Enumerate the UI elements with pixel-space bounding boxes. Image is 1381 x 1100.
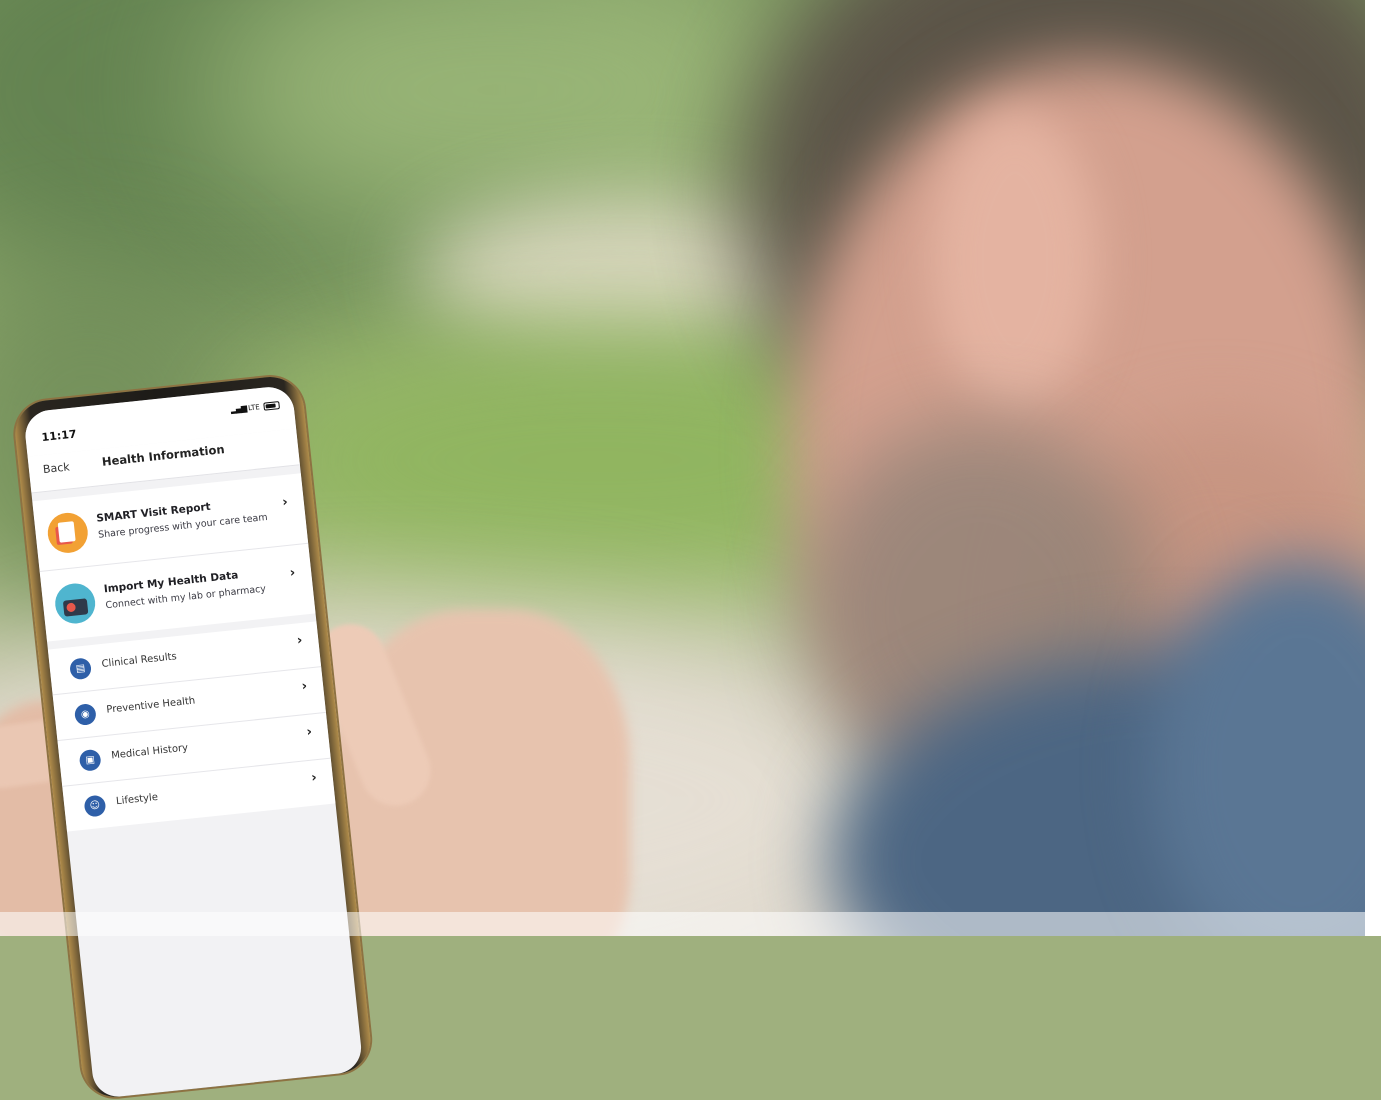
chevron-right-icon: ›: [305, 724, 313, 740]
person-icon: ☺: [83, 794, 107, 818]
person-ear: [930, 110, 1100, 410]
chevron-right-icon: ›: [296, 632, 304, 649]
item-label: Clinical Results: [101, 651, 178, 671]
status-time: 11:17: [40, 427, 78, 445]
phone-frame: 11:17 ▂▄▆ LTE Back Health Information SM…: [12, 373, 374, 1100]
network-label: LTE: [247, 402, 261, 412]
report-icon: [45, 510, 90, 555]
chevron-right-icon: ›: [281, 494, 289, 511]
import-data-icon: [53, 581, 98, 626]
chevron-right-icon: ›: [310, 770, 318, 786]
right-edge: [1365, 0, 1381, 936]
featured-section: SMART Visit Report Share progress with y…: [32, 473, 316, 642]
status-indicators: ▂▄▆ LTE: [230, 400, 280, 414]
eye-icon: ◉: [73, 702, 97, 727]
phone-screen: 11:17 ▂▄▆ LTE Back Health Information SM…: [22, 384, 364, 1100]
chevron-right-icon: ›: [301, 678, 308, 695]
signal-icon: ▂▄▆: [230, 403, 247, 415]
battery-icon: [263, 400, 280, 411]
clipboard-icon: ▤: [69, 657, 93, 681]
history-icon: ▣: [78, 748, 102, 772]
bottom-strip: [0, 912, 1381, 936]
item-label: Preventive Health: [105, 695, 196, 716]
item-label: Lifestyle: [115, 791, 159, 808]
item-label: Medical History: [110, 742, 189, 762]
chevron-right-icon: ›: [289, 565, 296, 581]
menu-section: ▤ Clinical Results › ◉ Preventive Health…: [47, 621, 336, 832]
